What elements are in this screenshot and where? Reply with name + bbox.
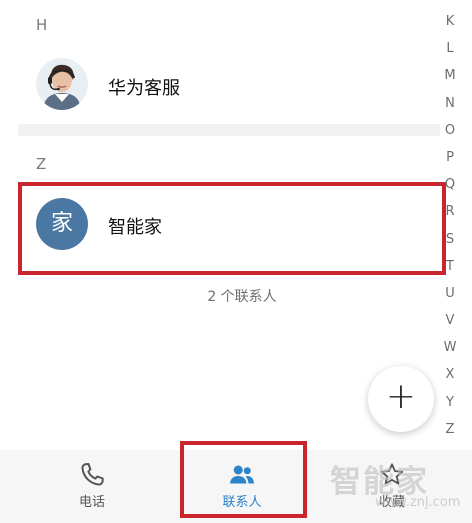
nav-label-phone: 电话 (78, 495, 105, 510)
bottom-navigation: 电话 联系人 收藏 (0, 450, 472, 523)
section-header-h: H (36, 16, 48, 34)
alphabet-letter-x[interactable]: X (428, 361, 472, 388)
alphabet-letter-q[interactable]: Q (428, 171, 472, 198)
nav-label-contacts: 联系人 (222, 495, 262, 510)
nav-item-contacts[interactable]: 联系人 (182, 450, 302, 523)
contact-name: 智能家 (108, 217, 162, 238)
contacts-icon (230, 465, 254, 484)
support-agent-icon (36, 58, 88, 110)
contact-row-zhinengjia[interactable]: 家 智能家 (0, 185, 440, 265)
alphabet-index[interactable]: K L M N O P Q R S T U V W X Y Z (428, 8, 472, 443)
section-divider (18, 124, 440, 136)
alphabet-letter-y[interactable]: Y (428, 389, 472, 416)
alphabet-letter-r[interactable]: R (428, 198, 472, 225)
alphabet-letter-n[interactable]: N (428, 90, 472, 117)
contacts-screen: H 华为客服 Z 家 智能家 2 个联系人 K L M N O P Q R S … (0, 0, 472, 523)
alphabet-letter-z[interactable]: Z (428, 416, 472, 443)
contact-count: 2 个联系人 (207, 289, 277, 305)
contact-avatar-photo (36, 58, 88, 110)
alphabet-letter-v[interactable]: V (428, 307, 472, 334)
alphabet-letter-s[interactable]: S (428, 226, 472, 253)
alphabet-letter-m[interactable]: M (428, 62, 472, 89)
alphabet-letter-t[interactable]: T (428, 253, 472, 280)
star-icon (380, 463, 404, 485)
section-header-z: Z (36, 155, 47, 173)
alphabet-letter-o[interactable]: O (428, 117, 472, 144)
alphabet-letter-k[interactable]: K (428, 8, 472, 35)
contact-row-huawei-service[interactable]: 华为客服 (0, 46, 440, 126)
nav-item-favorites[interactable]: 收藏 (332, 450, 452, 523)
alphabet-letter-w[interactable]: W (428, 334, 472, 361)
nav-item-phone[interactable]: 电话 (32, 450, 152, 523)
alphabet-letter-p[interactable]: P (428, 144, 472, 171)
nav-label-favorites: 收藏 (378, 495, 405, 510)
avatar-initial-text: 家 (50, 211, 73, 236)
alphabet-letter-u[interactable]: U (428, 280, 472, 307)
plus-icon: + (385, 376, 417, 417)
alphabet-letter-l[interactable]: L (428, 35, 472, 62)
add-contact-button[interactable]: + (368, 366, 434, 432)
phone-icon (81, 463, 104, 486)
contact-avatar-initial: 家 (36, 198, 88, 250)
contact-name: 华为客服 (108, 78, 180, 99)
